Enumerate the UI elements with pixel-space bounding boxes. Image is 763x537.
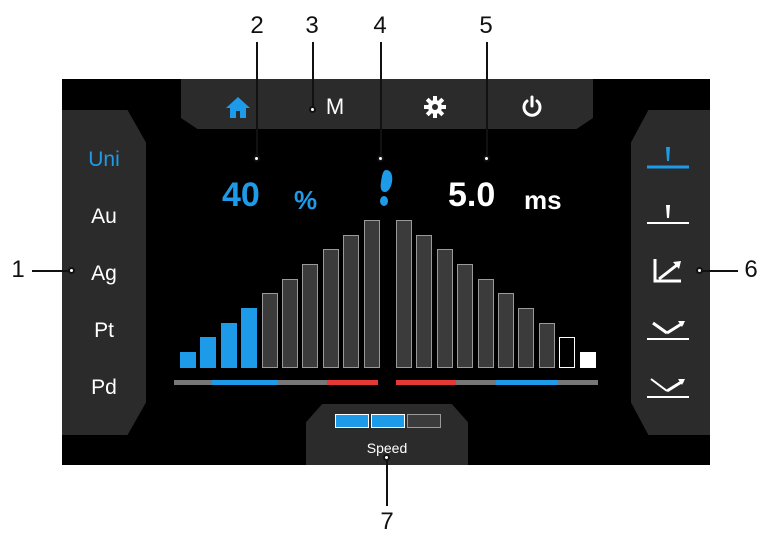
callout-5-leader (486, 42, 488, 157)
power-bar (322, 249, 339, 368)
power-bar (343, 235, 360, 368)
pulse-bar (477, 279, 494, 368)
speed-segment (371, 414, 405, 428)
waveform-v-icon (647, 321, 689, 340)
rail-segment (396, 380, 456, 385)
callout-1-dot (68, 267, 75, 274)
waveform-button-4[interactable] (640, 308, 696, 348)
pulse-bar (396, 220, 412, 368)
callout-7-leader (386, 458, 388, 506)
power-bar (282, 279, 298, 368)
rail-segment (558, 380, 598, 385)
pulse-bar (559, 337, 576, 368)
speed-segment (407, 414, 441, 428)
waveform-ramp-down-icon (653, 259, 681, 283)
pulse-bar (436, 249, 453, 368)
footprint-icon (380, 170, 393, 206)
power-bar (200, 337, 217, 368)
callout-3-leader (312, 42, 314, 108)
pulse-time-unit: ms (524, 185, 562, 215)
rail-segment (496, 380, 558, 385)
material-item-pd[interactable]: Pd (62, 376, 146, 400)
material-item-uni[interactable]: Uni (62, 148, 146, 172)
waveform-pulse-short-icon (647, 205, 689, 224)
material-item-au[interactable]: Au (62, 205, 146, 229)
callout-6-leader (700, 270, 738, 272)
waveform-pulse-tall-icon (647, 147, 689, 169)
power-value: 40 (222, 176, 260, 214)
pulse-bar (416, 235, 433, 368)
callout-1: 1 (11, 256, 25, 283)
settings-button[interactable] (415, 92, 455, 122)
power-bar (220, 323, 237, 368)
pulse-bar (538, 323, 555, 368)
rail-segment (278, 380, 327, 385)
callout-1-leader (32, 270, 70, 272)
callout-7: 7 (380, 508, 394, 535)
callout-4: 4 (373, 12, 387, 39)
rail-segment (327, 380, 378, 385)
trigger-indicator (374, 168, 398, 213)
callout-2-leader (256, 42, 258, 157)
callout-2: 2 (250, 12, 264, 39)
pulse-time-value: 5.0 (448, 176, 496, 214)
pulse-bar (518, 308, 535, 368)
waveform-v-wide-icon (647, 378, 689, 398)
waveform-button-5[interactable] (640, 366, 696, 406)
callout-6-dot (696, 267, 703, 274)
mode-button[interactable]: M (315, 92, 355, 122)
power-button[interactable] (512, 92, 552, 122)
mode-label: M (325, 94, 345, 119)
callout-4-dot (377, 155, 384, 162)
gear-icon (424, 96, 446, 118)
callout-7-dot (383, 454, 390, 461)
power-icon (522, 95, 542, 117)
power-bar (180, 352, 196, 368)
pulse-bar (457, 264, 474, 368)
power-bar (363, 220, 380, 368)
callout-6: 6 (744, 256, 758, 283)
callout-5-dot (483, 155, 490, 162)
pulse-bar (579, 352, 596, 368)
power-bar (241, 308, 258, 368)
power-bar (261, 293, 278, 368)
callout-3: 3 (305, 12, 319, 39)
callout-2-dot (253, 155, 260, 162)
rail-segment (174, 380, 212, 385)
waveform-button-1[interactable] (640, 136, 696, 176)
home-button[interactable] (218, 92, 258, 122)
material-item-pt[interactable]: Pt (62, 319, 146, 343)
waveform-button-3[interactable] (640, 250, 696, 290)
callout-5: 5 (479, 12, 493, 39)
power-bar (302, 264, 319, 368)
pulse-bar (498, 293, 514, 368)
power-unit: % (294, 185, 318, 215)
home-icon (226, 97, 250, 118)
waveform-button-2[interactable] (640, 192, 696, 232)
speed-segment (335, 414, 369, 428)
material-item-ag[interactable]: Ag (62, 262, 146, 286)
callout-4-leader (380, 42, 382, 157)
rail-segment (456, 380, 496, 385)
rail-segment (212, 380, 278, 385)
callout-3-dot (309, 106, 316, 113)
